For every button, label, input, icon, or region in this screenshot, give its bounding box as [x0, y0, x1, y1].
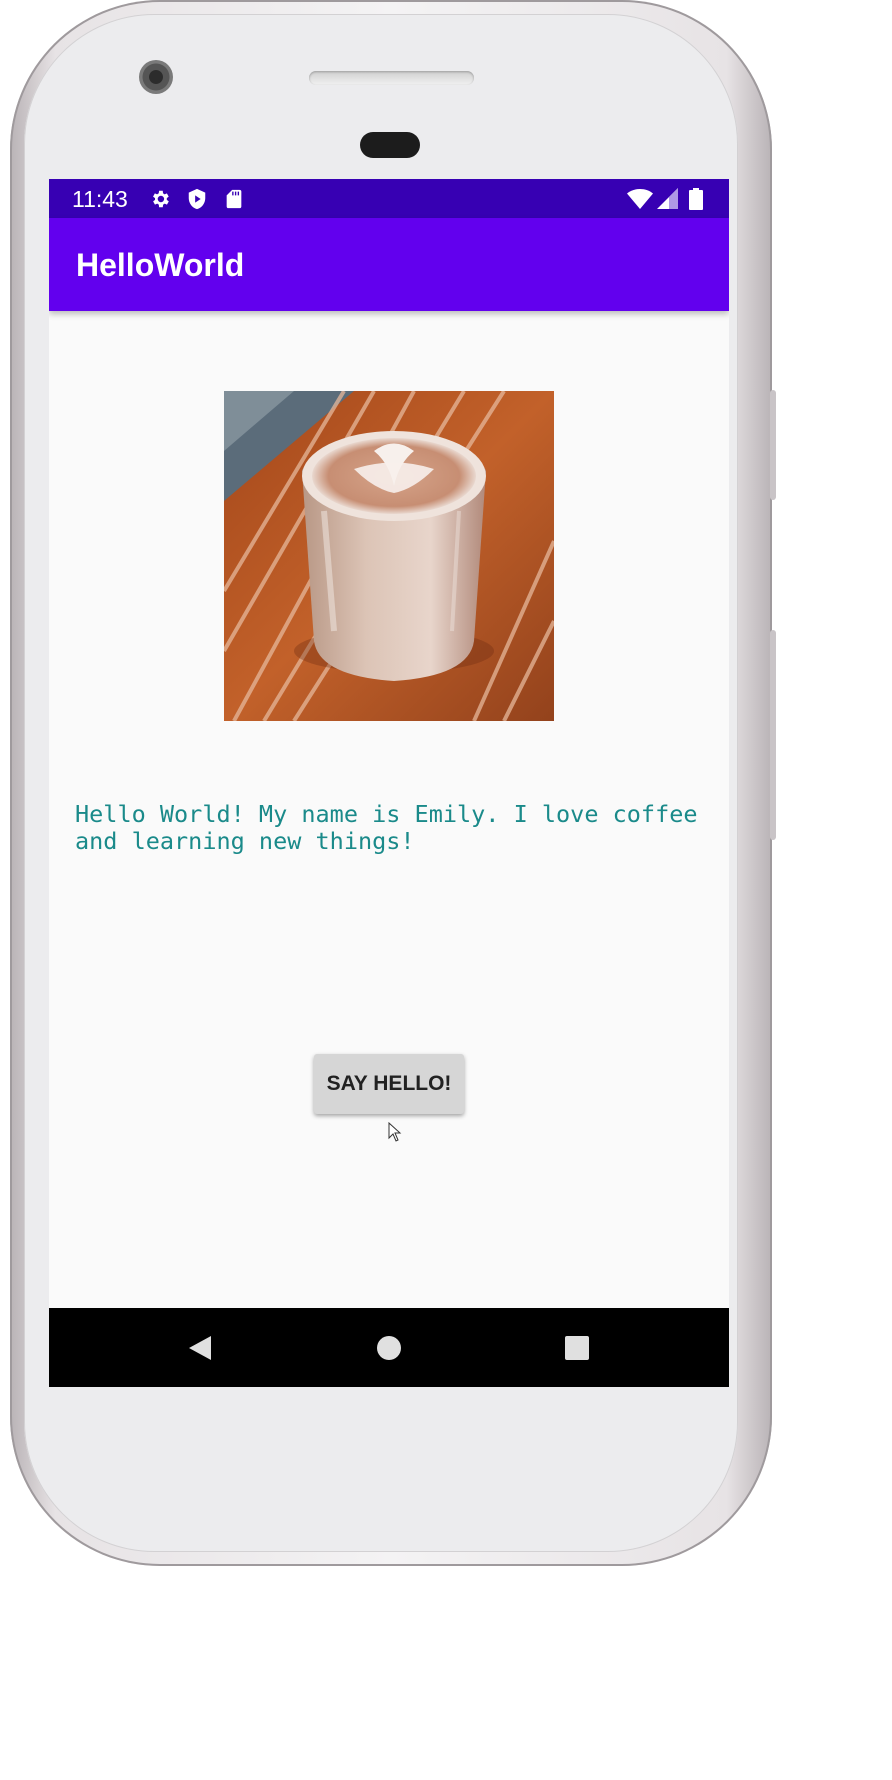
- app-title: HelloWorld: [76, 247, 245, 283]
- status-bar: 11:43: [49, 179, 729, 218]
- volume-button: [770, 390, 776, 500]
- power-button: [770, 630, 776, 840]
- front-camera: [139, 60, 173, 94]
- intro-text: Hello World! My name is Emily. I love co…: [75, 800, 698, 855]
- mouse-cursor-icon: [388, 1122, 402, 1142]
- battery-icon: [689, 188, 703, 210]
- back-icon[interactable]: [185, 1332, 217, 1364]
- nav-bar: [49, 1308, 729, 1387]
- device-screen: 11:43 HelloWorld Hello World! My name is…: [49, 179, 729, 1387]
- coffee-image: [224, 391, 554, 721]
- app-bar: HelloWorld: [49, 218, 729, 311]
- status-time: 11:43: [72, 186, 128, 212]
- speaker-grill: [309, 71, 474, 85]
- home-icon[interactable]: [373, 1332, 405, 1364]
- wifi-icon: [627, 189, 653, 209]
- earpiece: [360, 132, 420, 158]
- recents-icon[interactable]: [561, 1332, 593, 1364]
- gear-icon: [153, 190, 169, 208]
- say-hello-button[interactable]: SAY HELLO!: [314, 1054, 464, 1114]
- sd-card-icon: [226, 189, 242, 209]
- cell-signal-icon: [657, 188, 678, 209]
- shield-play-icon: [188, 188, 206, 210]
